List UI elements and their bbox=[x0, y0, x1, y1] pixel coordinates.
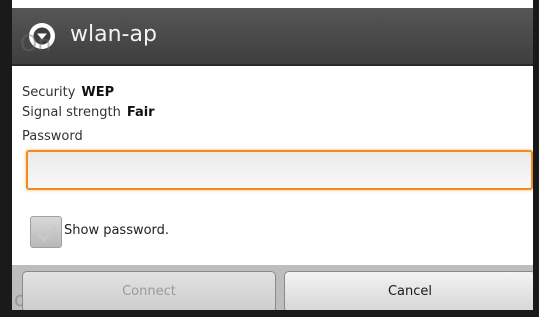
dialog-titlebar: wlan-ap On bbox=[12, 8, 533, 66]
background-right-strip bbox=[533, 0, 539, 317]
signal-strength-row: Signal strength Fair bbox=[22, 104, 155, 122]
connect-button[interactable]: Connect bbox=[22, 271, 276, 310]
checkmark-icon bbox=[36, 225, 58, 243]
background-left-strip bbox=[0, 0, 12, 317]
show-password-label[interactable]: Show password. bbox=[64, 223, 169, 238]
security-row: Security WEP bbox=[22, 84, 114, 102]
signal-strength-value: Fair bbox=[126, 105, 155, 120]
background-bottom-strip bbox=[0, 309, 539, 317]
dialog-body: Security WEP Signal strength Fair Password… bbox=[12, 66, 533, 271]
signal-strength-label: Signal strength bbox=[22, 105, 121, 120]
dialog-title: wlan-ap bbox=[70, 22, 157, 47]
show-password-checkbox[interactable] bbox=[30, 216, 62, 248]
password-input[interactable] bbox=[26, 150, 533, 190]
background-fragment-top: On bbox=[20, 32, 52, 57]
cancel-button[interactable]: Cancel bbox=[284, 271, 533, 310]
dialog-button-bar: ork Connect Cancel bbox=[12, 265, 533, 310]
security-label: Security bbox=[22, 85, 76, 100]
security-value: WEP bbox=[81, 85, 115, 100]
wifi-connect-dialog: wlan-ap On Security WEP Signal strength Fa… bbox=[12, 8, 533, 310]
password-label: Password bbox=[22, 129, 83, 144]
